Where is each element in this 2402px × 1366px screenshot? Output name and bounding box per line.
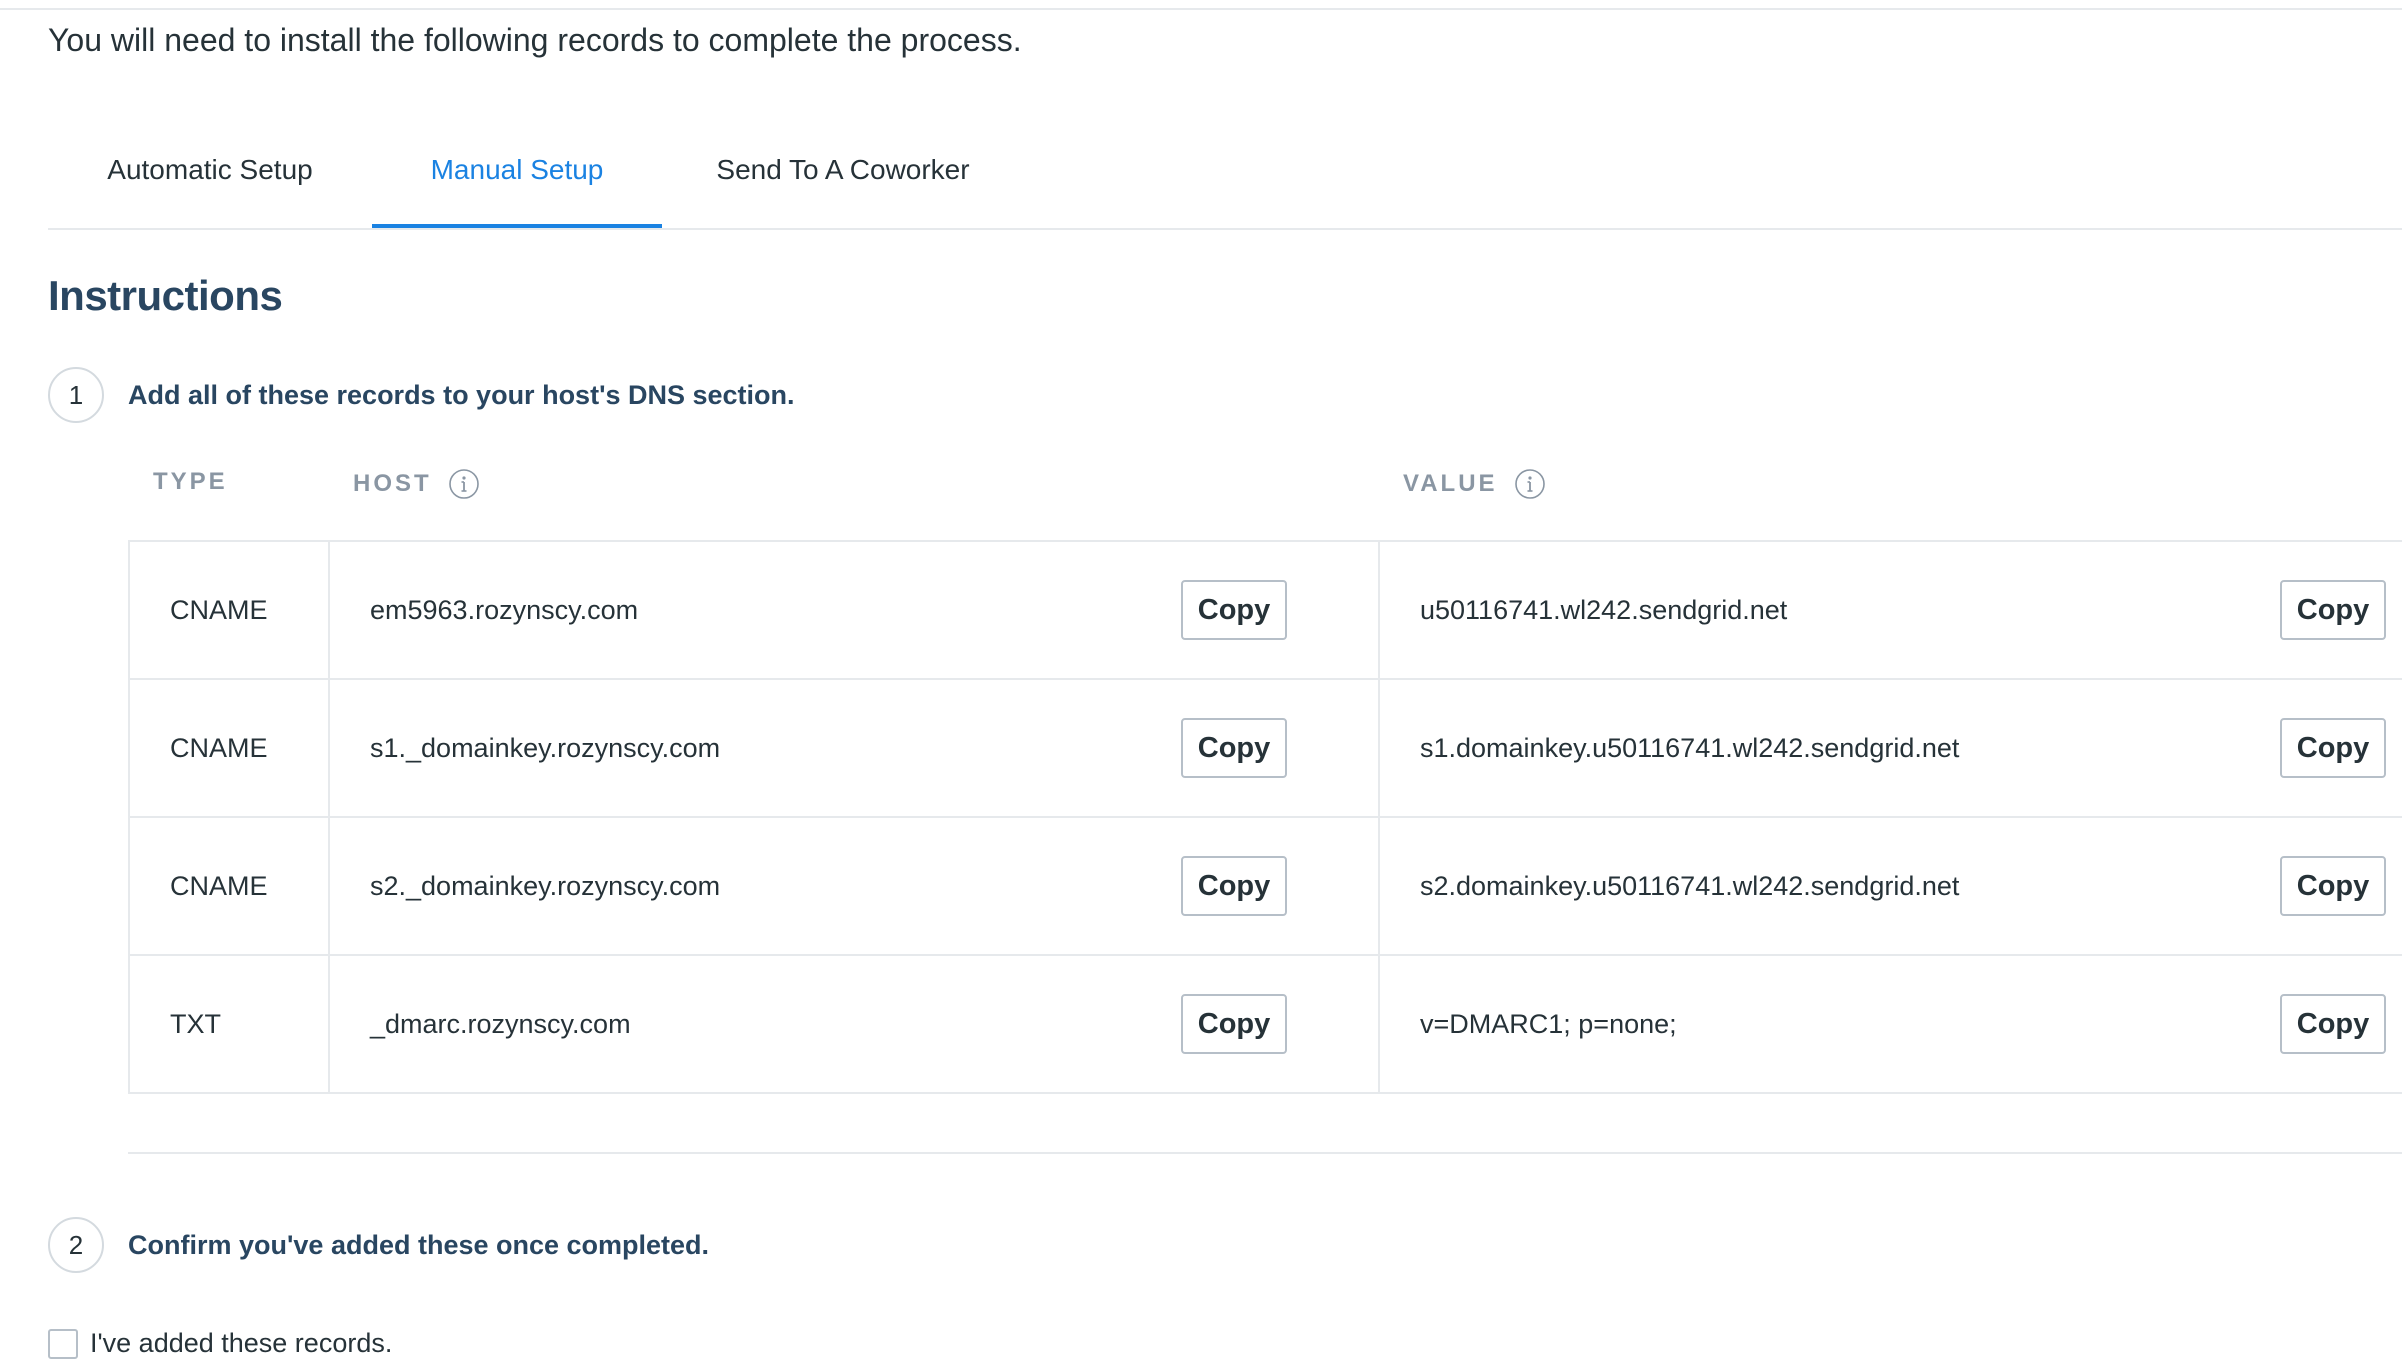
copy-value-button[interactable]: Copy bbox=[2280, 580, 2386, 640]
copy-host-button[interactable]: Copy bbox=[1181, 718, 1287, 778]
table-row: CNAME s1._domainkey.rozynscy.com Copy s1… bbox=[128, 680, 2402, 818]
section-divider bbox=[128, 1152, 2402, 1154]
step-2-text: Confirm you've added these once complete… bbox=[128, 1229, 710, 1260]
record-value-cell: v=DMARC1; p=none; Copy bbox=[1380, 956, 2402, 1092]
step-number-badge: 1 bbox=[48, 367, 104, 423]
records-added-checkbox[interactable] bbox=[48, 1328, 78, 1359]
record-value-cell: u50116741.wl242.sendgrid.net Copy bbox=[1380, 542, 2402, 678]
step-1-text: Add all of these records to your host's … bbox=[128, 379, 795, 410]
record-host-cell: _dmarc.rozynscy.com Copy bbox=[330, 956, 1380, 1092]
record-value-cell: s1.domainkey.u50116741.wl242.sendgrid.ne… bbox=[1380, 680, 2402, 816]
info-icon[interactable] bbox=[448, 468, 480, 500]
record-value: v=DMARC1; p=none; bbox=[1420, 1008, 1677, 1039]
record-host: _dmarc.rozynscy.com bbox=[370, 1008, 631, 1039]
copy-value-button[interactable]: Copy bbox=[2280, 856, 2386, 916]
column-header-value: VALUE bbox=[1403, 468, 1546, 500]
record-type: CNAME bbox=[130, 680, 330, 816]
top-divider bbox=[0, 8, 2402, 10]
column-header-host-label: HOST bbox=[353, 470, 432, 497]
tab-send-to-coworker[interactable]: Send To A Coworker bbox=[662, 120, 1024, 228]
record-type: TXT bbox=[130, 956, 330, 1092]
tab-manual-setup[interactable]: Manual Setup bbox=[372, 120, 662, 228]
step-number-badge: 2 bbox=[48, 1217, 104, 1273]
record-value: s2.domainkey.u50116741.wl242.sendgrid.ne… bbox=[1420, 870, 1960, 901]
copy-host-button[interactable]: Copy bbox=[1181, 856, 1287, 916]
instructions-title: Instructions bbox=[48, 272, 283, 319]
setup-tabs: Automatic Setup Manual Setup Send To A C… bbox=[48, 120, 2402, 230]
copy-value-button[interactable]: Copy bbox=[2280, 994, 2386, 1054]
record-value: s1.domainkey.u50116741.wl242.sendgrid.ne… bbox=[1420, 732, 1960, 763]
step-1: 1 Add all of these records to your host'… bbox=[48, 367, 795, 423]
column-header-host: HOST bbox=[353, 468, 480, 500]
copy-host-button[interactable]: Copy bbox=[1181, 580, 1287, 640]
table-row: TXT _dmarc.rozynscy.com Copy v=DMARC1; p… bbox=[128, 956, 2402, 1094]
dns-records-table: CNAME em5963.rozynscy.com Copy u50116741… bbox=[128, 540, 2402, 1094]
record-value: u50116741.wl242.sendgrid.net bbox=[1420, 594, 1788, 625]
confirm-records-row: I've added these records. bbox=[48, 1328, 392, 1359]
record-value-cell: s2.domainkey.u50116741.wl242.sendgrid.ne… bbox=[1380, 818, 2402, 954]
info-icon[interactable] bbox=[1514, 468, 1546, 500]
record-type: CNAME bbox=[130, 818, 330, 954]
record-host: s1._domainkey.rozynscy.com bbox=[370, 732, 721, 763]
record-host: s2._domainkey.rozynscy.com bbox=[370, 870, 721, 901]
record-host-cell: em5963.rozynscy.com Copy bbox=[330, 542, 1380, 678]
record-host-cell: s2._domainkey.rozynscy.com Copy bbox=[330, 818, 1380, 954]
copy-value-button[interactable]: Copy bbox=[2280, 718, 2386, 778]
table-row: CNAME s2._domainkey.rozynscy.com Copy s2… bbox=[128, 818, 2402, 956]
column-header-type-label: TYPE bbox=[153, 468, 228, 495]
column-header-value-label: VALUE bbox=[1403, 470, 1498, 497]
copy-host-button[interactable]: Copy bbox=[1181, 994, 1287, 1054]
record-host-cell: s1._domainkey.rozynscy.com Copy bbox=[330, 680, 1380, 816]
table-row: CNAME em5963.rozynscy.com Copy u50116741… bbox=[128, 542, 2402, 680]
records-added-label[interactable]: I've added these records. bbox=[90, 1328, 392, 1359]
column-header-type: TYPE bbox=[153, 468, 228, 496]
tab-automatic-setup[interactable]: Automatic Setup bbox=[48, 120, 372, 228]
record-type: CNAME bbox=[130, 542, 330, 678]
step-2: 2 Confirm you've added these once comple… bbox=[48, 1217, 709, 1273]
record-host: em5963.rozynscy.com bbox=[370, 594, 639, 625]
intro-text: You will need to install the following r… bbox=[48, 22, 1022, 58]
